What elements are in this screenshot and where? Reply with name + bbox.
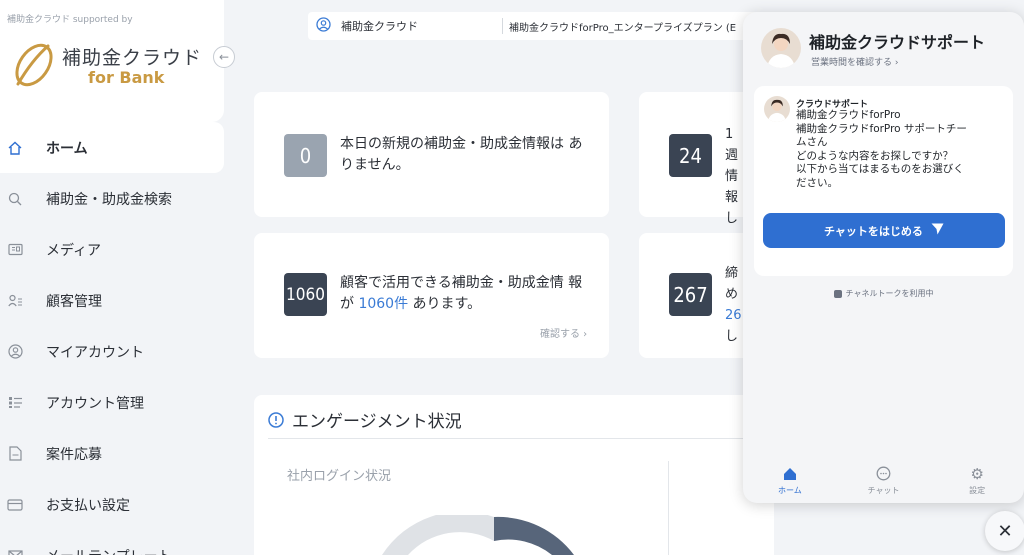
org-name: 補助金クラウド	[341, 20, 418, 33]
powered-by: チャネルトークを利用中	[743, 288, 1024, 299]
sidebar-item-home[interactable]: ホーム	[0, 122, 224, 173]
message-body: 補助金クラウドforPro 補助金クラウドforPro サポートチー ムさん ど…	[796, 109, 967, 189]
chat-bottom-nav: ホーム チャット ⚙ 設定	[743, 458, 1024, 503]
sidebar-item-label: 顧客管理	[46, 293, 102, 310]
home-icon	[783, 466, 797, 482]
sidebar-item-my-account[interactable]: マイアカウント	[0, 326, 224, 377]
org-user-icon	[316, 17, 331, 35]
logo-icon	[15, 43, 53, 87]
sidebar-item-media[interactable]: メディア	[0, 224, 224, 275]
card-text: 締め26し	[725, 266, 742, 344]
list-icon	[7, 395, 23, 411]
sidebar-item-label: メディア	[46, 242, 102, 259]
support-chat-widget: 補助金クラウドサポート 営業時間を確認する › クラウドサポート 補助金クラウド…	[743, 12, 1024, 503]
count-badge: 1060	[284, 273, 327, 316]
sidebar-item-label: お支払い設定	[46, 497, 130, 514]
logo-title: 補助金クラウド	[62, 47, 203, 69]
sidebar: 補助金クラウド supported by 補助金クラウド for Bank ← …	[0, 0, 235, 555]
business-hours-link[interactable]: 営業時間を確認する ›	[811, 55, 898, 68]
login-status-label: 社内ログイン状況	[287, 469, 392, 484]
chat-tab-chat[interactable]: チャット	[837, 458, 931, 503]
plan-name: 補助金クラウドforPro_エンタープライズプラン (E	[509, 22, 737, 34]
highlight-count: 1060件	[358, 296, 409, 312]
login-donut-chart	[382, 515, 574, 555]
support-avatar	[761, 28, 801, 68]
card-text: 本日の新規の補助金・助成金情報は ありません。	[340, 136, 583, 173]
chat-tab-settings[interactable]: ⚙ 設定	[930, 458, 1024, 503]
supported-by-text: 補助金クラウド supported by	[7, 15, 133, 25]
sidebar-item-label: 補助金・助成金検索	[46, 191, 172, 208]
home-icon	[7, 140, 23, 156]
sidebar-item-label: マイアカウント	[46, 344, 144, 361]
info-icon	[268, 411, 284, 428]
sidebar-item-label: 案件応募	[46, 446, 102, 463]
card-text: 1週 情報 し	[725, 127, 739, 226]
count-badge: 24	[669, 134, 712, 177]
sender-avatar	[764, 96, 790, 122]
gear-icon: ⚙	[970, 464, 984, 483]
chat-tab-home[interactable]: ホーム	[743, 458, 837, 503]
media-icon	[7, 242, 23, 258]
mail-icon	[7, 548, 23, 555]
card-icon	[7, 497, 23, 513]
divider	[268, 438, 773, 439]
count-badge: 0	[284, 134, 327, 177]
sidebar-item-mail-template[interactable]: メールテンプレート	[0, 530, 224, 555]
sidebar-item-search[interactable]: 補助金・助成金検索	[0, 173, 224, 224]
divider	[502, 18, 503, 34]
org-selector[interactable]: 補助金クラウド 補助金クラウドforPro_エンタープライズプラン (E	[308, 12, 768, 40]
user-icon	[7, 344, 23, 360]
sidebar-item-applications[interactable]: 案件応募	[0, 428, 224, 479]
chat-bubble-icon	[876, 466, 891, 482]
customers-icon	[7, 293, 23, 309]
new-subsidy-card: 0 本日の新規の補助金・助成金情報は ありません。	[254, 92, 609, 217]
send-icon	[931, 223, 944, 238]
channel-talk-icon	[833, 289, 842, 298]
document-icon	[7, 446, 23, 462]
sidebar-nav: ホーム 補助金・助成金検索 メディア 顧客管理 マイアカウント アカウント管理 …	[0, 122, 224, 555]
logo-subtitle: for Bank	[88, 68, 165, 87]
logo-area: 補助金クラウド supported by 補助金クラウド for Bank	[0, 0, 224, 122]
engagement-title: エンゲージメント状況	[268, 407, 462, 432]
count-badge: 267	[669, 273, 712, 316]
message-card: クラウドサポート 補助金クラウドforPro 補助金クラウドforPro サポー…	[754, 86, 1013, 276]
sidebar-item-customers[interactable]: 顧客管理	[0, 275, 224, 326]
search-icon	[7, 191, 23, 207]
engagement-section: エンゲージメント状況 社内ログイン状況	[254, 395, 774, 555]
close-chat-button[interactable]: ✕	[985, 511, 1024, 551]
chat-title: 補助金クラウドサポート	[809, 33, 986, 52]
start-chat-button[interactable]: チャットをはじめる	[763, 213, 1005, 248]
sidebar-item-label: メールテンプレート	[46, 546, 172, 555]
sidebar-item-label: アカウント管理	[46, 395, 144, 412]
sidebar-item-label: ホーム	[46, 140, 88, 157]
sidebar-item-payment[interactable]: お支払い設定	[0, 479, 224, 530]
divider	[668, 461, 669, 555]
card-text: 顧客で活用できる補助金・助成金情 報が 1060件 あります。	[340, 275, 583, 312]
close-icon: ✕	[997, 520, 1013, 542]
customer-subsidy-card: 1060 顧客で活用できる補助金・助成金情 報が 1060件 あります。 確認す…	[254, 233, 609, 358]
sidebar-item-account-management[interactable]: アカウント管理	[0, 377, 224, 428]
confirm-link[interactable]: 確認する ›	[540, 325, 587, 340]
